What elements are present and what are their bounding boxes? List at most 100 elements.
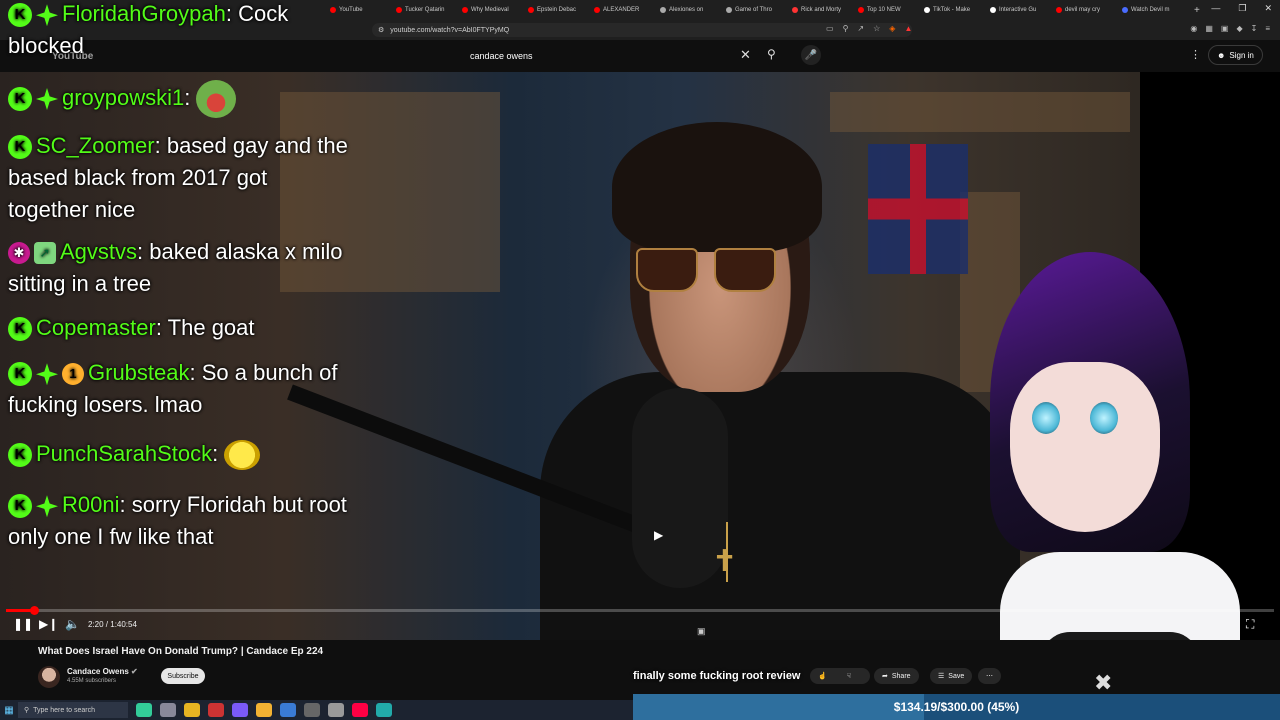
- browser-tab[interactable]: Rick and Morty: [792, 2, 856, 18]
- browser-tab[interactable]: TikTok - Make: [924, 2, 988, 18]
- channel-avatar[interactable]: [38, 666, 60, 688]
- browser-tab[interactable]: Game of Thro: [726, 2, 790, 18]
- chat-message: ✱ ➚ Agvstvs: baked alaska x milo sitting i…: [8, 239, 343, 296]
- chat-username: FloridahGroypah: [62, 1, 226, 26]
- vpn-icon[interactable]: ◆: [1236, 24, 1242, 33]
- tab-label: Rick and Morty: [801, 7, 842, 13]
- task-view-icon[interactable]: [160, 703, 176, 717]
- time-display: 2:20 / 1:40:54: [88, 620, 137, 629]
- vtuber-face: [1010, 362, 1160, 532]
- browser-tab[interactable]: Interactive Gu: [990, 2, 1054, 18]
- new-tab-icon[interactable]: +: [1194, 5, 1200, 16]
- tab-label: Game of Thro: [735, 7, 772, 13]
- subscribe-button[interactable]: Subscribe: [161, 668, 205, 684]
- restore-icon[interactable]: ❐: [1238, 3, 1246, 14]
- more-horizontal-icon: ⋯: [986, 673, 993, 680]
- browser-tab[interactable]: Why Medieval: [462, 2, 526, 18]
- tab-favicon-icon: [528, 7, 534, 13]
- obs-icon[interactable]: [304, 703, 320, 717]
- site-info-icon[interactable]: ⚙: [378, 26, 384, 34]
- brave-shield-icon[interactable]: ◈: [889, 24, 895, 33]
- mouse-cursor-icon: ▶: [654, 528, 664, 542]
- fullscreen-icon[interactable]: ⛶: [1246, 617, 1254, 632]
- tab-label: TikTok - Make: [933, 7, 971, 13]
- brave-icon[interactable]: [352, 703, 368, 717]
- voice-search-button[interactable]: 🎤: [801, 45, 821, 65]
- chat-message: K Copemaster: The goat: [8, 312, 348, 344]
- taskbar-search-icon: ⚲: [24, 707, 30, 714]
- close-window-icon[interactable]: ✕: [1264, 3, 1272, 14]
- brave-rewards-icon[interactable]: ▲: [904, 24, 912, 33]
- face-emote-icon: [224, 440, 261, 471]
- taskbar-search-placeholder: Type here to search: [33, 706, 96, 714]
- tab-label: Alexiones on: [669, 7, 704, 13]
- vseeface-icon[interactable]: [376, 703, 392, 717]
- zoom-icon[interactable]: ⚲: [843, 24, 849, 33]
- menu-icon[interactable]: ≡: [1265, 24, 1270, 33]
- share-page-icon[interactable]: ↗: [857, 24, 864, 33]
- app-icon[interactable]: [208, 703, 224, 717]
- chat-text: The goat: [167, 315, 255, 340]
- og-badge-icon: ✱: [8, 242, 30, 265]
- share-icon: ➦: [882, 673, 888, 680]
- windows-start-icon[interactable]: ▦: [0, 700, 18, 720]
- tts-message: finally some fucking root review: [633, 670, 801, 682]
- tab-favicon-icon: [462, 7, 468, 13]
- vtuber-avatar: [980, 252, 1240, 640]
- browser-tab[interactable]: Tucker Qatarin: [396, 2, 460, 18]
- chrome-icon[interactable]: [256, 703, 272, 717]
- tab-label: Interactive Gu: [999, 7, 1037, 13]
- cast-icon[interactable]: ▭: [826, 24, 834, 33]
- more-options-icon[interactable]: ⋮: [1190, 48, 1201, 61]
- video-progress-bar[interactable]: [6, 606, 1274, 615]
- pause-icon[interactable]: ❚❚: [13, 617, 33, 631]
- star-icon[interactable]: ☆: [873, 24, 880, 33]
- browser-tab[interactable]: Watch Devil m: [1122, 2, 1186, 18]
- search-icon[interactable]: ⚲: [767, 47, 776, 61]
- download-icon[interactable]: ↧: [1251, 24, 1258, 33]
- channel-name[interactable]: Candace Owens ✔: [67, 667, 138, 676]
- browser-tab[interactable]: ALEXANDER: [594, 2, 658, 18]
- tab-favicon-icon: [660, 7, 666, 13]
- taskbar-search-input[interactable]: ⚲ Type here to search: [18, 702, 128, 718]
- clear-search-icon[interactable]: ✕: [740, 47, 751, 63]
- like-dislike-button[interactable]: ☝ ☟: [810, 668, 870, 684]
- donation-goal-text: $134.19/$300.00 (45%): [893, 700, 1020, 714]
- browser-tab[interactable]: devil may cry: [1056, 2, 1120, 18]
- browser-tab[interactable]: Top 10 NEW: [858, 2, 922, 18]
- minimize-icon[interactable]: —: [1211, 3, 1220, 14]
- app-icon[interactable]: [232, 703, 248, 717]
- volume-icon[interactable]: 🔈: [65, 617, 80, 631]
- share-button[interactable]: ➦ Share: [874, 668, 919, 684]
- progress-scrubber[interactable]: [29, 606, 39, 615]
- tab-label: Top 10 NEW: [867, 7, 901, 13]
- app-icon[interactable]: [328, 703, 344, 717]
- share-label: Share: [891, 672, 911, 680]
- file-explorer-icon[interactable]: [184, 703, 200, 717]
- browser-tab[interactable]: Alexiones on: [660, 2, 724, 18]
- miniplayer-icon[interactable]: ▣: [697, 626, 706, 637]
- sign-in-button[interactable]: ☻ Sign in: [1208, 45, 1263, 65]
- next-icon[interactable]: ▶❙: [39, 617, 58, 631]
- steam-icon[interactable]: [280, 703, 296, 717]
- cross-pendant-icon: ✝: [712, 545, 738, 578]
- tab-favicon-icon: [726, 7, 732, 13]
- chat-username: R00ni: [62, 492, 120, 517]
- tab-favicon-icon: [1122, 7, 1128, 13]
- tab-favicon-icon: [924, 7, 930, 13]
- more-actions-button[interactable]: ⋯: [978, 668, 1001, 684]
- sidebar-icon[interactable]: ▦: [1205, 24, 1213, 33]
- donation-goal-bar: $134.19/$300.00 (45%): [633, 694, 1280, 720]
- video-title: What Does Israel Have On Donald Trump? |…: [38, 646, 324, 657]
- bookshelf: [830, 92, 1130, 132]
- channel-name-text: Candace Owens: [67, 667, 129, 676]
- search-input[interactable]: candace owens: [462, 46, 762, 66]
- browser-tab[interactable]: Epstein Debac: [528, 2, 592, 18]
- save-button[interactable]: ☰ Save: [930, 668, 973, 684]
- host-body: [540, 372, 1020, 640]
- wallet-icon[interactable]: ▣: [1221, 24, 1229, 33]
- extension-icon[interactable]: ◉: [1190, 24, 1197, 33]
- app-icon[interactable]: [136, 703, 152, 717]
- kick-badge-icon: K: [8, 3, 32, 28]
- thumbs-up-icon: ☝: [818, 673, 827, 680]
